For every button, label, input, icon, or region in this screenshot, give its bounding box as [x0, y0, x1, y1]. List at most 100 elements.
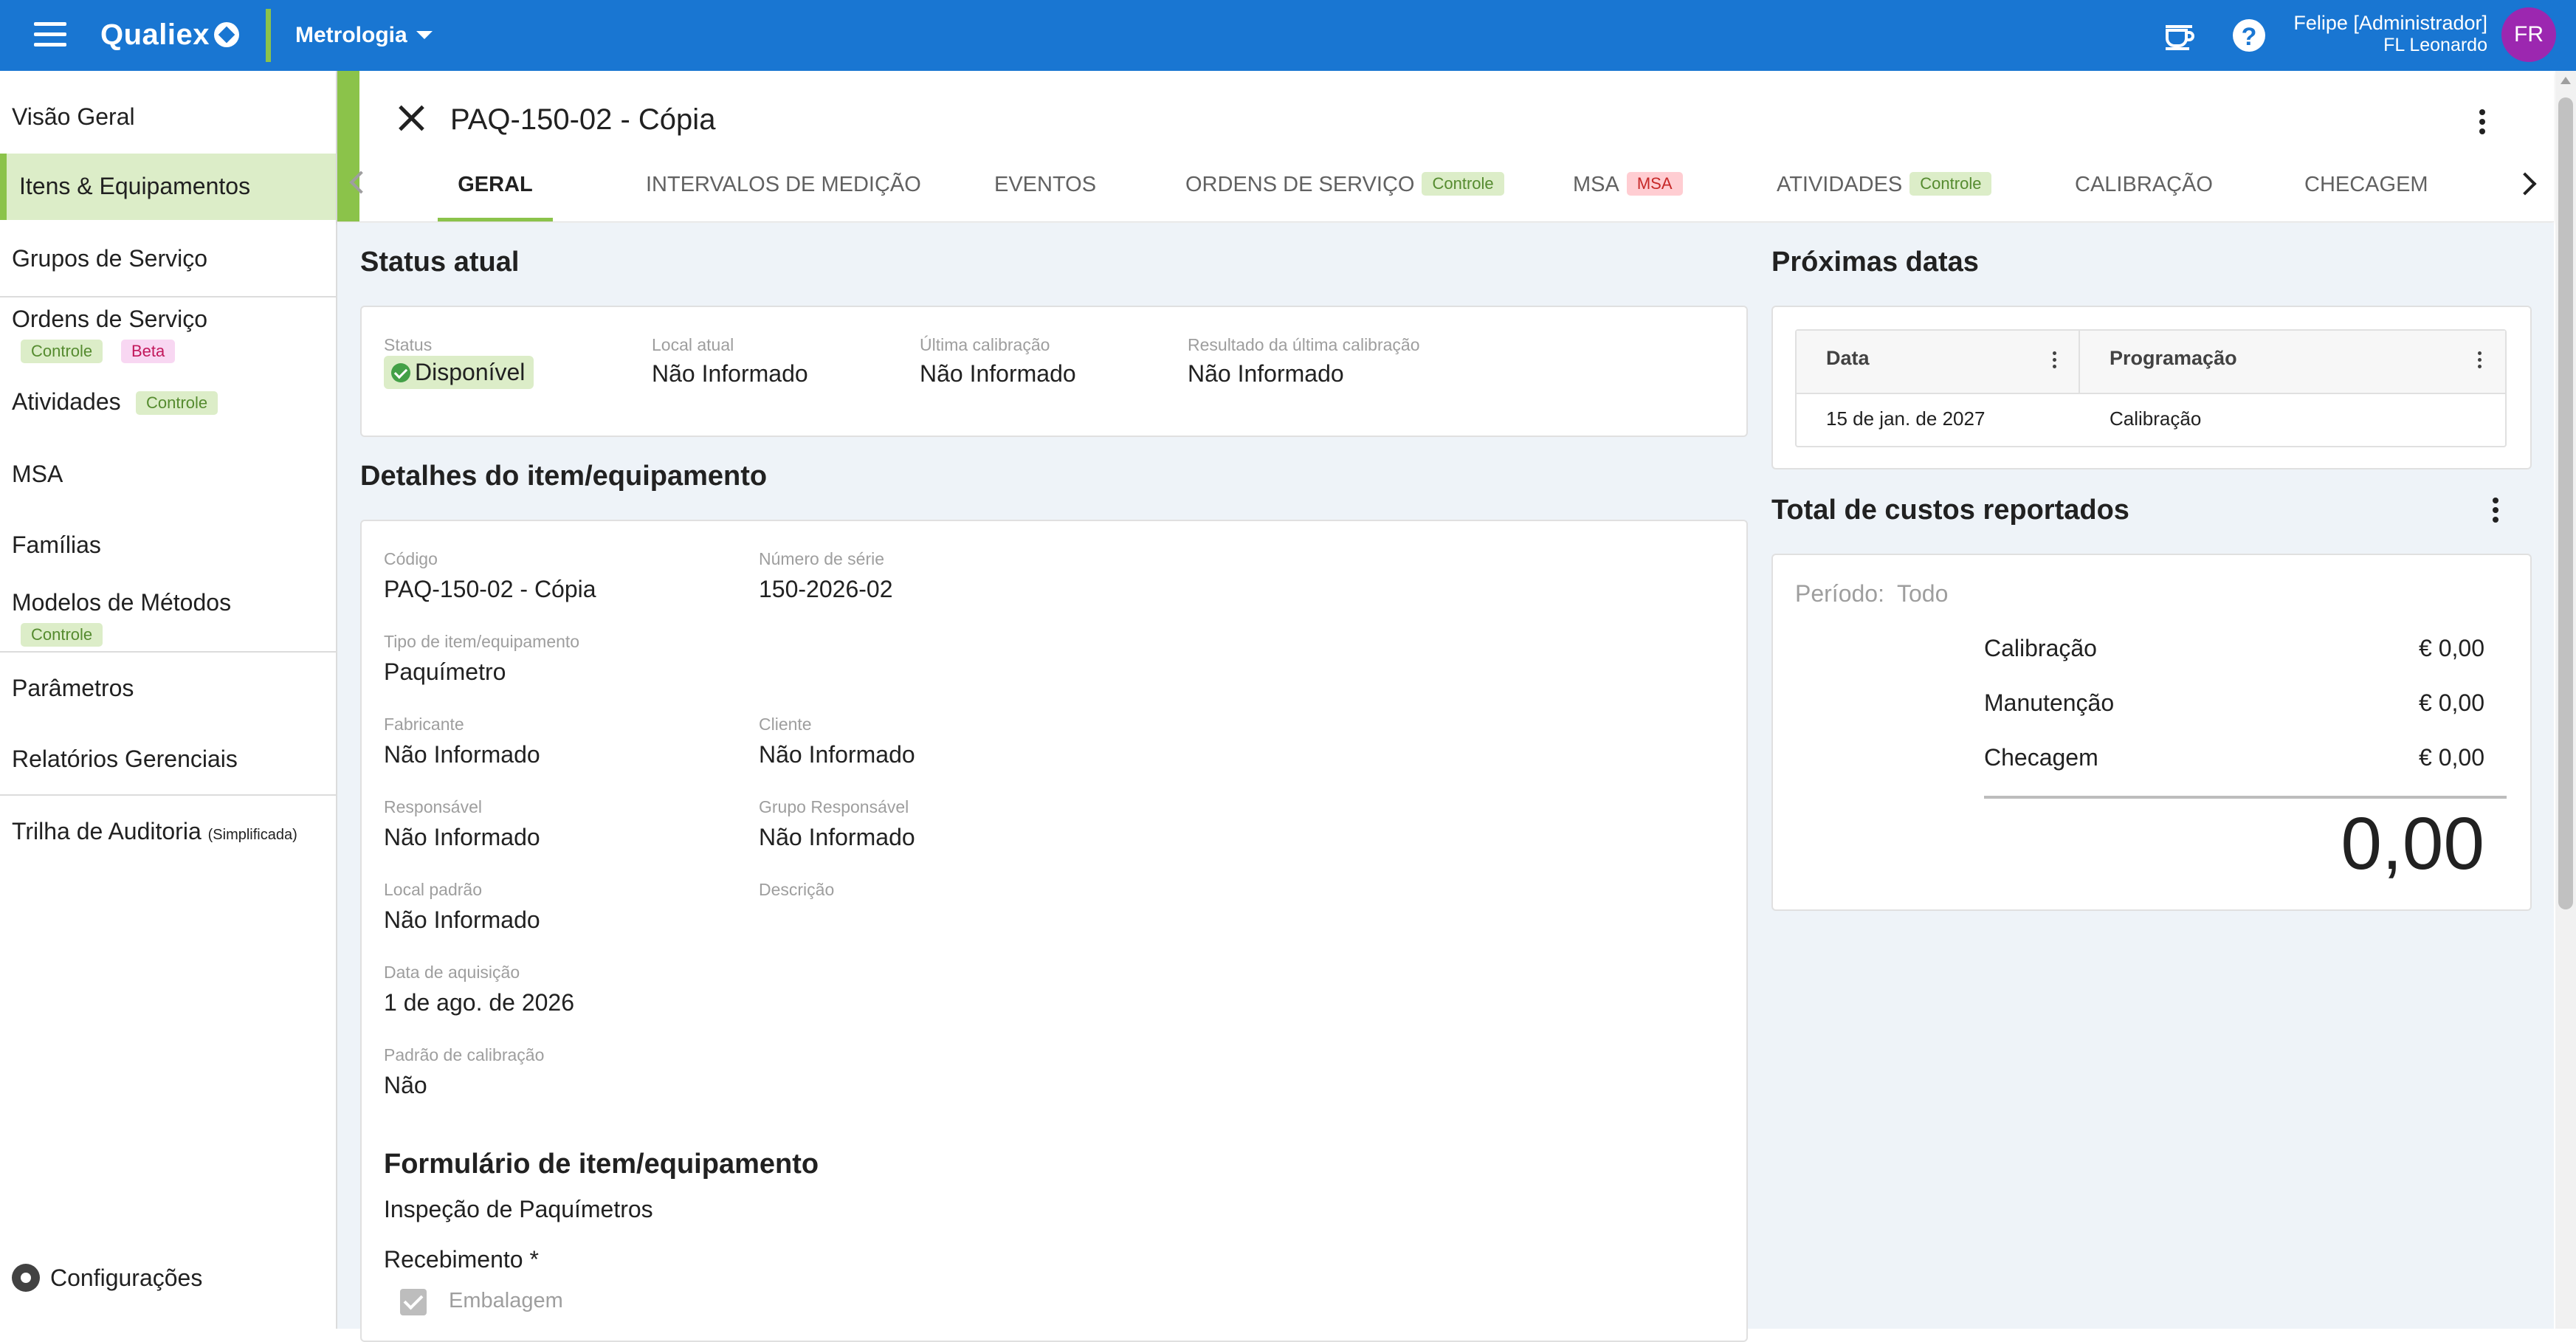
responsavel-label: Responsável: [384, 797, 482, 816]
trilha-label-text: Trilha de Auditoria: [12, 818, 202, 844]
module-divider: [266, 9, 271, 62]
tab-ordens-de-servico[interactable]: ORDENS DE SERVIÇO Controle: [1185, 152, 1504, 221]
tab-label: GERAL: [458, 173, 533, 196]
tab-checagem[interactable]: CHECAGEM: [2304, 152, 2428, 221]
ultima-calibracao-label: Última calibração: [920, 335, 1050, 354]
gear-icon: [12, 1264, 40, 1292]
column-menu-icon[interactable]: [2053, 351, 2057, 371]
sidebar-item-label: Modelos de Métodos: [12, 589, 232, 616]
sidebar-item-label: Ordens de Serviço: [12, 306, 208, 332]
top-app-bar: Qualiex Metrologia ? Felipe [Administrad…: [0, 0, 2576, 71]
ultima-calibracao-value: Não Informado: [920, 360, 1076, 387]
sidebar-item-grupos-de-servico[interactable]: Grupos de Serviço: [0, 245, 336, 282]
padrao-calibracao-value: Não: [384, 1072, 427, 1098]
sidebar-item-modelos-de-metodos[interactable]: Modelos de Métodos Controle: [0, 589, 336, 648]
sidebar-item-familias[interactable]: Famílias: [0, 531, 336, 568]
tipo-item-value: Paquímetro: [384, 658, 506, 685]
tab-geral[interactable]: GERAL: [438, 152, 553, 221]
column-header-data[interactable]: Data: [1826, 347, 1870, 370]
column-divider: [2079, 331, 2080, 393]
beta-badge: Beta: [121, 340, 176, 363]
coffee-cup-icon[interactable]: [2161, 18, 2197, 53]
sidebar-item-label: Trilha de Auditoria (Simplificada): [12, 818, 297, 845]
sidebar-item-label: Parâmetros: [12, 675, 134, 701]
scrollbar-thumb[interactable]: [2558, 97, 2573, 909]
module-selector[interactable]: Metrologia: [295, 21, 433, 50]
sidebar-item-visao-geral[interactable]: Visão Geral: [0, 103, 336, 142]
tab-label: ORDENS DE SERVIÇO: [1185, 173, 1415, 196]
next-dates-title: Próximas datas: [1771, 247, 1979, 278]
row-date-cell: 15 de jan. de 2027: [1826, 407, 1986, 430]
app-logo[interactable]: Qualiex: [100, 16, 240, 53]
tab-intervalos-de-medicao[interactable]: INTERVALOS DE MEDIÇÃO: [646, 152, 921, 221]
row-schedule-cell: Calibração: [2110, 407, 2202, 430]
sidebar-item-itens-equipamentos[interactable]: Itens & Equipamentos: [0, 154, 336, 220]
close-icon[interactable]: [395, 102, 427, 134]
cliente-label: Cliente: [759, 715, 812, 734]
form-section-label: Recebimento *: [384, 1246, 539, 1273]
controle-badge: Controle: [21, 340, 103, 363]
sidebar-item-label: Grupos de Serviço: [12, 245, 208, 272]
sidebar-item-label: Atividades: [12, 388, 121, 415]
page-scrollbar[interactable]: [2555, 71, 2576, 1329]
scroll-up-icon[interactable]: [2560, 77, 2571, 84]
tab-atividades[interactable]: ATIVIDADES Controle: [1777, 152, 1992, 221]
costs-more-options-icon[interactable]: [2493, 498, 2498, 526]
sidebar-divider: [0, 296, 336, 297]
sidebar-divider: [0, 651, 336, 653]
user-name: Felipe [Administrador]: [2293, 12, 2487, 34]
costs-title: Total de custos reportados: [1771, 495, 2129, 526]
caret-down-icon: [416, 31, 433, 39]
help-icon[interactable]: ?: [2233, 19, 2265, 52]
msa-badge: MSA: [1626, 172, 1683, 196]
cost-label-checagem: Checagem: [1984, 744, 2098, 771]
sidebar: Visão Geral Itens & Equipamentos Grupos …: [0, 71, 337, 1329]
status-section-title: Status atual: [360, 247, 520, 278]
sidebar-divider: [0, 794, 336, 796]
tab-label: CHECAGEM: [2304, 173, 2428, 196]
total-value: 0,00: [2341, 802, 2484, 885]
avatar[interactable]: FR: [2501, 7, 2556, 62]
sidebar-item-atividades[interactable]: Atividades Controle: [0, 388, 336, 425]
cost-value-calibracao: € 0,00: [2419, 635, 2484, 661]
descricao-label: Descrição: [759, 880, 835, 899]
menu-icon[interactable]: [34, 22, 66, 49]
controle-badge: Controle: [1909, 172, 1992, 196]
user-info[interactable]: Felipe [Administrador] FL Leonardo: [2293, 12, 2487, 56]
period-value[interactable]: Todo: [1897, 580, 1948, 608]
settings-label: Configurações: [50, 1264, 203, 1291]
settings-link[interactable]: Configurações: [12, 1264, 202, 1292]
tab-bar: GERAL INTERVALOS DE MEDIÇÃO EVENTOS ORDE…: [337, 152, 2554, 221]
local-atual-label: Local atual: [652, 335, 734, 354]
sidebar-item-msa[interactable]: MSA: [0, 461, 336, 498]
tab-msa[interactable]: MSA MSA: [1573, 152, 1683, 221]
cost-value-manutencao: € 0,00: [2419, 689, 2484, 716]
sidebar-item-parametros[interactable]: Parâmetros: [0, 675, 336, 712]
tab-calibracao[interactable]: CALIBRAÇÃO: [2075, 152, 2213, 221]
simplificada-note: (Simplificada): [207, 827, 297, 843]
tab-label: INTERVALOS DE MEDIÇÃO: [646, 173, 921, 196]
sidebar-item-label: Itens & Equipamentos: [19, 173, 251, 199]
status-label: Status: [384, 335, 433, 354]
padrao-calibracao-label: Padrão de calibração: [384, 1045, 545, 1064]
page-title: PAQ-150-02 - Cópia: [450, 103, 716, 136]
embalagem-checkbox[interactable]: [400, 1289, 427, 1315]
details-section-title: Detalhes do item/equipamento: [360, 461, 768, 492]
embalagem-label: Embalagem: [449, 1289, 563, 1312]
status-value: Disponível: [415, 359, 526, 385]
sidebar-item-label: Visão Geral: [12, 103, 135, 130]
controle-badge: Controle: [21, 623, 103, 647]
column-menu-icon[interactable]: [2478, 351, 2482, 371]
column-header-programacao[interactable]: Programação: [2110, 347, 2237, 370]
tab-eventos[interactable]: EVENTOS: [994, 152, 1096, 221]
total-divider: [1984, 796, 2507, 799]
cost-label-manutencao: Manutenção: [1984, 689, 2115, 716]
sidebar-item-relatorios-gerenciais[interactable]: Relatórios Gerenciais: [0, 746, 336, 782]
sidebar-item-ordens-de-servico[interactable]: Ordens de Serviço Controle Beta: [0, 306, 336, 365]
sidebar-item-trilha-de-auditoria[interactable]: Trilha de Auditoria (Simplificada): [0, 818, 336, 855]
resultado-calibracao-value: Não Informado: [1188, 360, 1344, 387]
period-label: Período:: [1795, 580, 1884, 607]
sidebar-item-label: MSA: [12, 461, 63, 487]
local-padrao-label: Local padrão: [384, 880, 482, 899]
more-options-icon[interactable]: [2479, 109, 2485, 138]
